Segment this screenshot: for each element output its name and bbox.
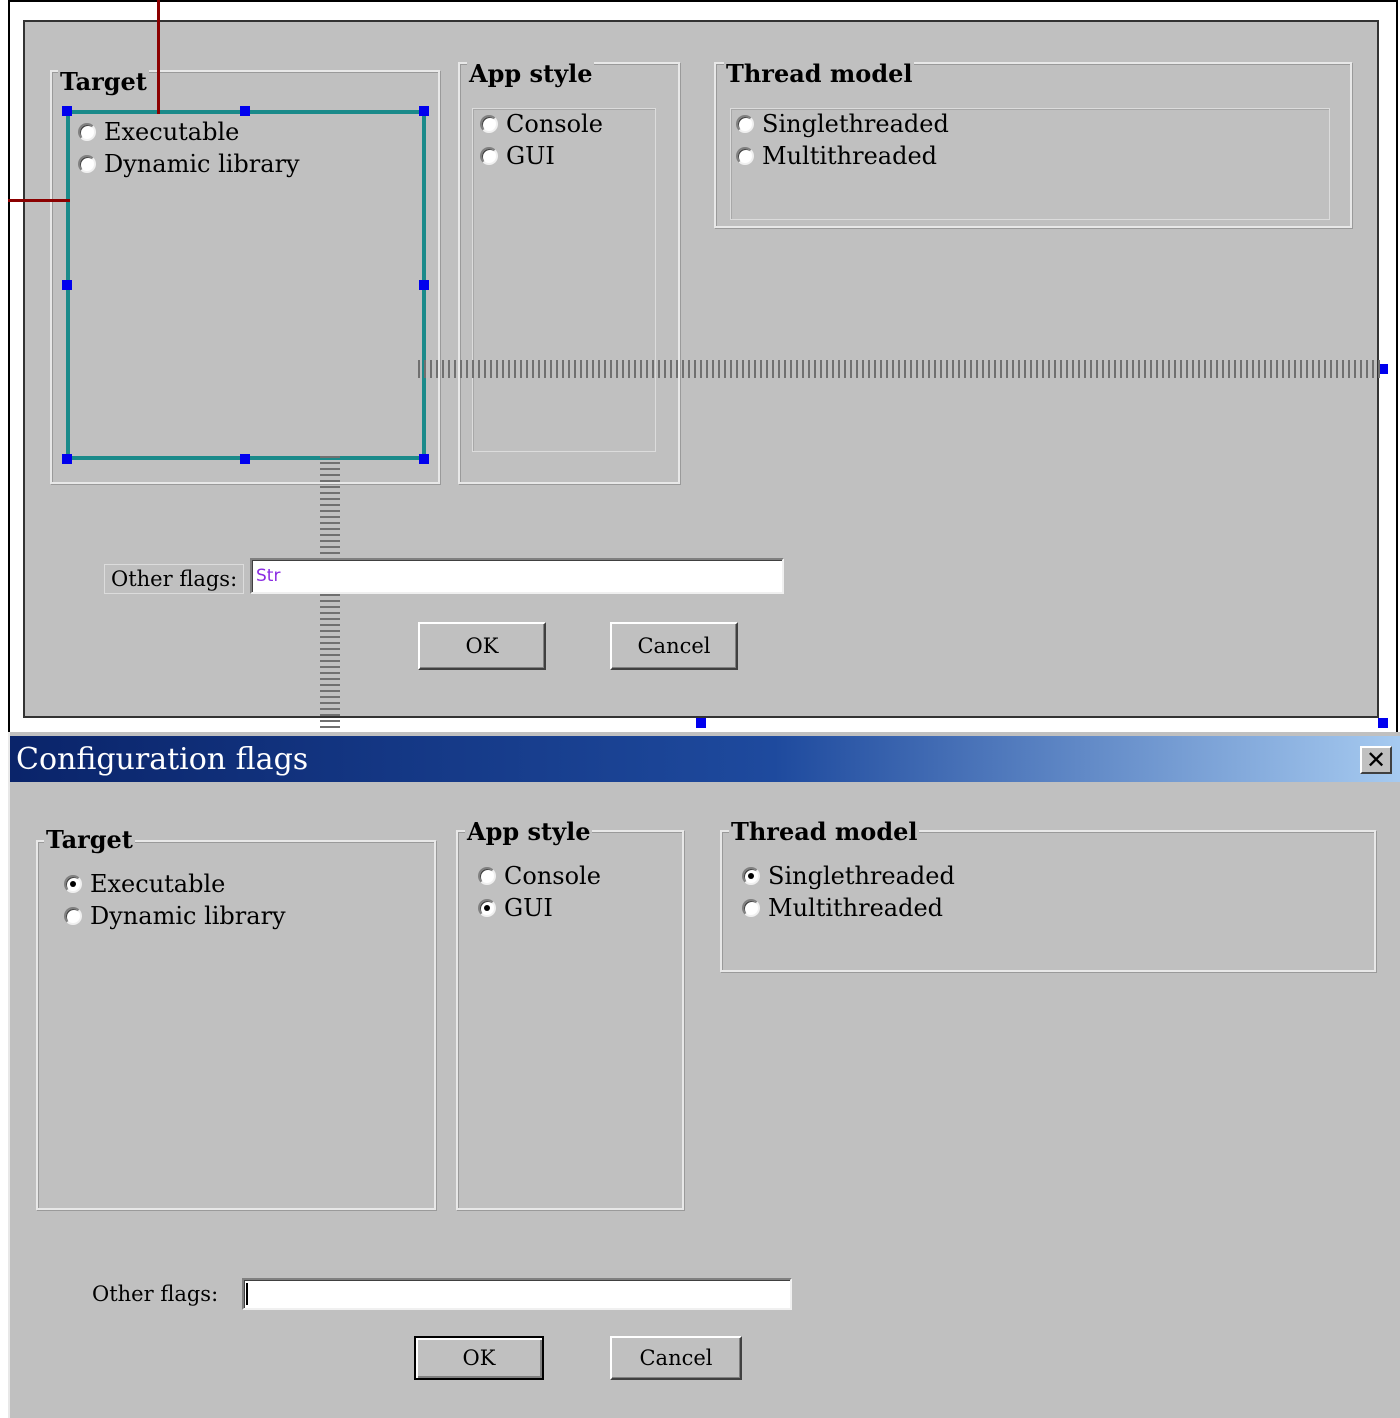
- dialog-title: Configuration flags: [16, 742, 309, 777]
- canvas-resize-handle-se[interactable]: [1378, 718, 1388, 728]
- designer-ok-button[interactable]: OK: [418, 622, 546, 670]
- designer-radio-multithreaded[interactable]: Multithreaded: [736, 142, 937, 170]
- radio-label: Multithreaded: [768, 894, 944, 922]
- close-button[interactable]: ✕: [1360, 746, 1392, 774]
- designer-radio-singlethreaded[interactable]: Singlethreaded: [736, 110, 949, 138]
- dialog-radio-singlethreaded[interactable]: Singlethreaded: [742, 862, 955, 890]
- dialog-radio-multithreaded[interactable]: Multithreaded: [742, 894, 943, 922]
- ruler-end-handle[interactable]: [1380, 364, 1388, 374]
- radio-icon: [736, 115, 754, 133]
- radio-icon: [64, 907, 82, 925]
- designer-app-style-legend: App style: [467, 59, 595, 88]
- radio-icon: [736, 147, 754, 165]
- designer-other-flags-input[interactable]: Str: [250, 558, 784, 594]
- radio-icon: [742, 899, 760, 917]
- designer-target-legend: Target: [58, 67, 149, 96]
- resize-handle-ne[interactable]: [419, 106, 429, 116]
- radio-label: Dynamic library: [90, 902, 286, 930]
- radio-icon: [480, 115, 498, 133]
- dialog-other-flags-input[interactable]: [242, 1278, 792, 1310]
- radio-label: Singlethreaded: [768, 862, 955, 890]
- radio-selected-icon: [742, 867, 760, 885]
- designer-cancel-button[interactable]: Cancel: [610, 622, 738, 670]
- resize-handle-s[interactable]: [240, 454, 250, 464]
- designer-other-flags-value: Str: [256, 566, 281, 586]
- text-caret: [246, 1283, 248, 1305]
- canvas-resize-handle-s[interactable]: [696, 718, 706, 728]
- designer-other-flags-label: Other flags:: [104, 564, 245, 594]
- radio-label: GUI: [504, 894, 553, 922]
- close-icon: ✕: [1365, 746, 1387, 774]
- radio-label: Executable: [90, 870, 226, 898]
- radio-selected-icon: [478, 899, 496, 917]
- horizontal-ruler-guide[interactable]: [418, 360, 1380, 378]
- alignment-guide-vertical: [157, 0, 160, 114]
- other-flags-text: Other flags:: [111, 567, 238, 591]
- designer-thread-model-legend: Thread model: [724, 59, 915, 88]
- selection-box[interactable]: [66, 110, 426, 460]
- dialog-radio-gui[interactable]: GUI: [478, 894, 553, 922]
- dialog-radio-dynamic-library[interactable]: Dynamic library: [64, 902, 286, 930]
- designer-radio-gui[interactable]: GUI: [480, 142, 555, 170]
- dialog-radio-executable[interactable]: Executable: [64, 870, 225, 898]
- dialog-cancel-button[interactable]: Cancel: [610, 1336, 742, 1380]
- dialog-app-style-legend: App style: [465, 817, 593, 846]
- dialog-radio-console[interactable]: Console: [478, 862, 601, 890]
- dialog-target-legend: Target: [44, 825, 135, 854]
- dialog-other-flags-label: Other flags:: [92, 1282, 219, 1306]
- dialog-titlebar[interactable]: Configuration flags ✕: [10, 736, 1400, 782]
- resize-handle-sw[interactable]: [62, 454, 72, 464]
- radio-selected-icon: [64, 875, 82, 893]
- radio-label: GUI: [506, 142, 555, 170]
- radio-icon: [478, 867, 496, 885]
- resize-handle-w[interactable]: [62, 280, 72, 290]
- resize-handle-nw[interactable]: [62, 106, 72, 116]
- radio-label: Console: [506, 110, 603, 138]
- alignment-guide-horizontal: [8, 199, 70, 202]
- dialog-ok-button[interactable]: OK: [414, 1336, 544, 1380]
- designer-radio-console[interactable]: Console: [480, 110, 603, 138]
- resize-handle-e[interactable]: [419, 280, 429, 290]
- dialog-thread-model-legend: Thread model: [729, 817, 920, 846]
- radio-label: Console: [504, 862, 601, 890]
- radio-label: Multithreaded: [762, 142, 938, 170]
- resize-handle-n[interactable]: [240, 106, 250, 116]
- radio-label: Singlethreaded: [762, 110, 949, 138]
- radio-icon: [480, 147, 498, 165]
- resize-handle-se[interactable]: [419, 454, 429, 464]
